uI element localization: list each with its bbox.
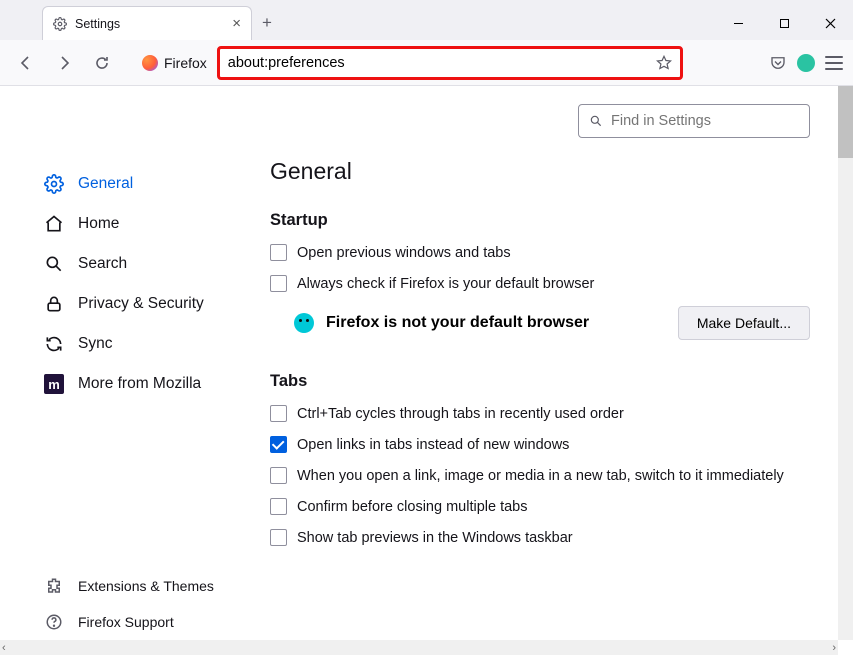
minimize-button[interactable]: [715, 6, 761, 40]
section-heading-startup: Startup: [270, 211, 810, 230]
default-browser-row: Firefox is not your default browser Make…: [270, 306, 810, 340]
reload-button[interactable]: [86, 47, 118, 79]
checkbox[interactable]: [270, 467, 287, 484]
checkbox[interactable]: [270, 529, 287, 546]
settings-sidebar: General Home Search Privacy & Security S…: [0, 86, 248, 640]
option-label: Open links in tabs instead of new window…: [297, 437, 569, 453]
sidebar-item-label: Search: [78, 255, 127, 273]
option-confirm-close[interactable]: Confirm before closing multiple tabs: [270, 498, 810, 515]
settings-search[interactable]: [578, 104, 810, 138]
bookmark-star-icon[interactable]: [656, 55, 672, 71]
option-taskbar-previews[interactable]: Show tab previews in the Windows taskbar: [270, 529, 810, 546]
sidebar-item-sync[interactable]: Sync: [0, 324, 248, 364]
tab-title: Settings: [75, 17, 120, 31]
vertical-scrollbar[interactable]: [838, 86, 853, 640]
search-icon: [44, 254, 64, 274]
gear-icon: [53, 17, 67, 31]
checkbox[interactable]: [270, 244, 287, 261]
sidebar-item-label: General: [78, 175, 133, 193]
back-button[interactable]: [10, 47, 42, 79]
option-label: Confirm before closing multiple tabs: [297, 499, 528, 515]
page-title: General: [270, 158, 810, 185]
option-open-links[interactable]: Open links in tabs instead of new window…: [270, 436, 810, 453]
horizontal-scrollbar[interactable]: ‹›: [0, 640, 838, 655]
mozilla-icon: m: [44, 374, 64, 394]
lock-icon: [44, 294, 64, 314]
window-titlebar: Settings × +: [0, 0, 853, 40]
maximize-button[interactable]: [761, 6, 807, 40]
sidebar-item-label: Sync: [78, 335, 112, 353]
sync-icon: [44, 334, 64, 354]
sidebar-item-general[interactable]: General: [0, 164, 248, 204]
window-controls: [715, 6, 853, 40]
sidebar-item-label: Home: [78, 215, 119, 233]
checkbox[interactable]: [270, 436, 287, 453]
scrollbar-thumb[interactable]: [838, 86, 853, 158]
option-ctrl-tab[interactable]: Ctrl+Tab cycles through tabs in recently…: [270, 405, 810, 422]
scroll-right-icon[interactable]: ›: [832, 642, 836, 654]
gear-icon: [44, 174, 64, 194]
option-label: Ctrl+Tab cycles through tabs in recently…: [297, 406, 624, 422]
sidebar-item-more-mozilla[interactable]: m More from Mozilla: [0, 364, 248, 404]
extension-badge-icon[interactable]: [797, 54, 815, 72]
section-heading-tabs: Tabs: [270, 372, 810, 391]
help-icon: [44, 612, 64, 632]
scroll-left-icon[interactable]: ‹: [2, 642, 6, 654]
option-switch-immediately[interactable]: When you open a link, image or media in …: [270, 467, 810, 484]
checkbox[interactable]: [270, 498, 287, 515]
settings-search-input[interactable]: [611, 113, 799, 129]
home-icon: [44, 214, 64, 234]
sidebar-item-extensions[interactable]: Extensions & Themes: [0, 568, 248, 604]
sidebar-item-privacy[interactable]: Privacy & Security: [0, 284, 248, 324]
sad-face-icon: [294, 313, 314, 333]
option-label: Open previous windows and tabs: [297, 245, 511, 261]
settings-main: General Startup Open previous windows an…: [248, 86, 838, 640]
option-label: Always check if Firefox is your default …: [297, 276, 594, 292]
puzzle-icon: [44, 576, 64, 596]
site-identity[interactable]: Firefox: [142, 55, 207, 71]
close-window-button[interactable]: [807, 6, 853, 40]
pocket-icon[interactable]: [769, 54, 787, 72]
firefox-icon: [142, 55, 158, 71]
sidebar-item-label: Privacy & Security: [78, 295, 204, 313]
option-always-check[interactable]: Always check if Firefox is your default …: [270, 275, 810, 292]
content-area: General Home Search Privacy & Security S…: [0, 86, 838, 640]
not-default-text: Firefox is not your default browser: [326, 314, 589, 332]
sidebar-item-home[interactable]: Home: [0, 204, 248, 244]
sidebar-item-label: Extensions & Themes: [78, 578, 214, 594]
sidebar-item-label: More from Mozilla: [78, 375, 201, 393]
url-bar[interactable]: [217, 46, 683, 80]
option-label: When you open a link, image or media in …: [297, 468, 784, 484]
option-label: Show tab previews in the Windows taskbar: [297, 530, 573, 546]
identity-label: Firefox: [164, 55, 207, 71]
app-menu-button[interactable]: [825, 56, 843, 70]
url-input[interactable]: [228, 55, 656, 71]
make-default-button[interactable]: Make Default...: [678, 306, 810, 340]
browser-toolbar: Firefox: [0, 40, 853, 86]
checkbox[interactable]: [270, 405, 287, 422]
browser-tab[interactable]: Settings ×: [42, 6, 252, 40]
search-icon: [589, 114, 603, 128]
new-tab-button[interactable]: +: [252, 8, 282, 38]
forward-button[interactable]: [48, 47, 80, 79]
close-tab-icon[interactable]: ×: [232, 15, 241, 32]
sidebar-item-label: Firefox Support: [78, 614, 174, 630]
sidebar-item-support[interactable]: Firefox Support: [0, 604, 248, 640]
option-open-previous[interactable]: Open previous windows and tabs: [270, 244, 810, 261]
sidebar-item-search[interactable]: Search: [0, 244, 248, 284]
checkbox[interactable]: [270, 275, 287, 292]
